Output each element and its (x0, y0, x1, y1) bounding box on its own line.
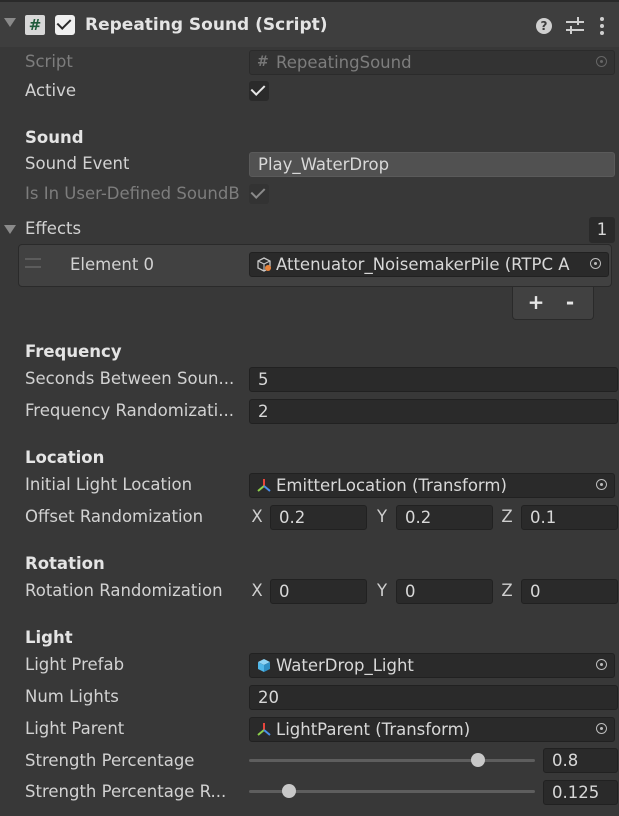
remove-element-button[interactable]: - (555, 290, 585, 314)
light-parent-field[interactable]: LightParent (Transform) (249, 717, 615, 742)
rotation-z-axis-label: Z (501, 581, 513, 600)
component-enabled-checkbox[interactable] (55, 15, 75, 35)
strength-percentage-randomization-slider-handle[interactable] (282, 784, 297, 798)
light-prefab-field[interactable]: WaterDrop_Light (249, 653, 615, 678)
effects-element-0-value: Attenuator_NoisemakerPile (RTPC A (276, 255, 570, 274)
prefab-cube-icon (258, 659, 270, 672)
strength-percentage-randomization-label: Strength Percentage R... (25, 782, 227, 801)
offset-y-axis-label: Y (376, 507, 388, 526)
frequency-randomization-label: Frequency Randomizati... (25, 401, 234, 420)
rotation-randomization-label: Rotation Randomization (25, 581, 223, 600)
user-defined-soundbank-label: Is In User-Defined SoundB (25, 184, 240, 203)
checkmark-icon (250, 184, 266, 199)
light-prefab-label: Light Prefab (25, 655, 125, 674)
rotation-x-field[interactable]: 0 (270, 579, 367, 604)
sound-event-label: Sound Event (25, 154, 130, 173)
object-picker-icon[interactable] (596, 56, 607, 67)
offset-y-field[interactable]: 0.2 (396, 505, 493, 530)
num-lights-label: Num Lights (25, 687, 119, 706)
script-file-icon: # (257, 54, 269, 70)
checkmark-icon (250, 81, 266, 96)
help-icon[interactable]: ? (536, 18, 552, 34)
offset-randomization-label: Offset Randomization (25, 507, 204, 526)
rotation-y-field[interactable]: 0 (396, 579, 493, 604)
sound-event-field[interactable]: Play_WaterDrop (249, 152, 615, 177)
transform-icon (257, 723, 271, 736)
effects-foldout-arrow-icon[interactable] (4, 225, 16, 234)
section-frequency-header: Frequency (25, 342, 122, 361)
script-field[interactable]: # RepeatingSound (249, 50, 615, 75)
initial-light-location-value: EmitterLocation (Transform) (276, 476, 507, 495)
script-icon: # (25, 15, 45, 35)
collapse-arrow-icon[interactable] (4, 18, 16, 27)
active-label: Active (25, 81, 77, 100)
rotation-z-field[interactable]: 0 (521, 579, 618, 604)
light-parent-value: LightParent (Transform) (276, 720, 471, 739)
section-rotation-header: Rotation (25, 554, 105, 573)
initial-light-location-label: Initial Light Location (25, 475, 193, 494)
checkmark-icon (56, 15, 72, 30)
num-lights-field[interactable]: 20 (249, 685, 618, 710)
more-options-icon[interactable] (600, 17, 604, 35)
active-checkbox[interactable] (249, 81, 269, 101)
frequency-randomization-field[interactable]: 2 (249, 399, 618, 424)
strength-percentage-field[interactable]: 0.8 (543, 748, 618, 773)
initial-light-location-field[interactable]: EmitterLocation (Transform) (249, 473, 615, 498)
offset-x-axis-label: X (251, 507, 263, 526)
object-picker-icon[interactable] (596, 723, 607, 734)
section-sound-header: Sound (25, 128, 84, 147)
object-picker-icon[interactable] (590, 258, 601, 269)
offset-z-field[interactable]: 0.1 (521, 505, 618, 530)
add-element-button[interactable]: + (521, 290, 551, 314)
seconds-between-sounds-label: Seconds Between Soun... (25, 369, 235, 388)
rotation-y-axis-label: Y (376, 581, 388, 600)
strength-percentage-slider-track[interactable] (249, 759, 535, 762)
strength-percentage-randomization-field[interactable]: 0.125 (543, 780, 618, 805)
strength-percentage-label: Strength Percentage (25, 751, 195, 770)
offset-x-field[interactable]: 0.2 (270, 505, 367, 530)
presets-icon[interactable] (566, 17, 584, 35)
audio-effect-icon (257, 257, 271, 272)
section-light-header: Light (25, 628, 73, 647)
transform-icon (257, 479, 271, 492)
strength-percentage-slider-handle[interactable] (470, 753, 485, 767)
light-prefab-value: WaterDrop_Light (276, 656, 414, 675)
component-title: Repeating Sound (Script) (85, 15, 328, 35)
light-parent-label: Light Parent (25, 719, 125, 738)
effects-element-0-label: Element 0 (70, 255, 155, 274)
offset-z-axis-label: Z (501, 507, 513, 526)
script-field-value: RepeatingSound (276, 53, 412, 72)
effects-label[interactable]: Effects (25, 219, 81, 238)
list-add-remove-footer: + - (512, 287, 594, 320)
object-picker-icon[interactable] (596, 479, 607, 490)
user-defined-soundbank-checkbox (249, 184, 269, 204)
object-picker-icon[interactable] (596, 659, 607, 670)
section-location-header: Location (25, 448, 105, 467)
script-label: Script (25, 52, 73, 71)
rotation-x-axis-label: X (251, 581, 263, 600)
drag-handle-icon[interactable] (25, 258, 41, 268)
effects-element-0-field[interactable]: Attenuator_NoisemakerPile (RTPC A (249, 252, 609, 277)
seconds-between-sounds-field[interactable]: 5 (249, 367, 618, 392)
effects-count-field[interactable]: 1 (589, 217, 615, 243)
